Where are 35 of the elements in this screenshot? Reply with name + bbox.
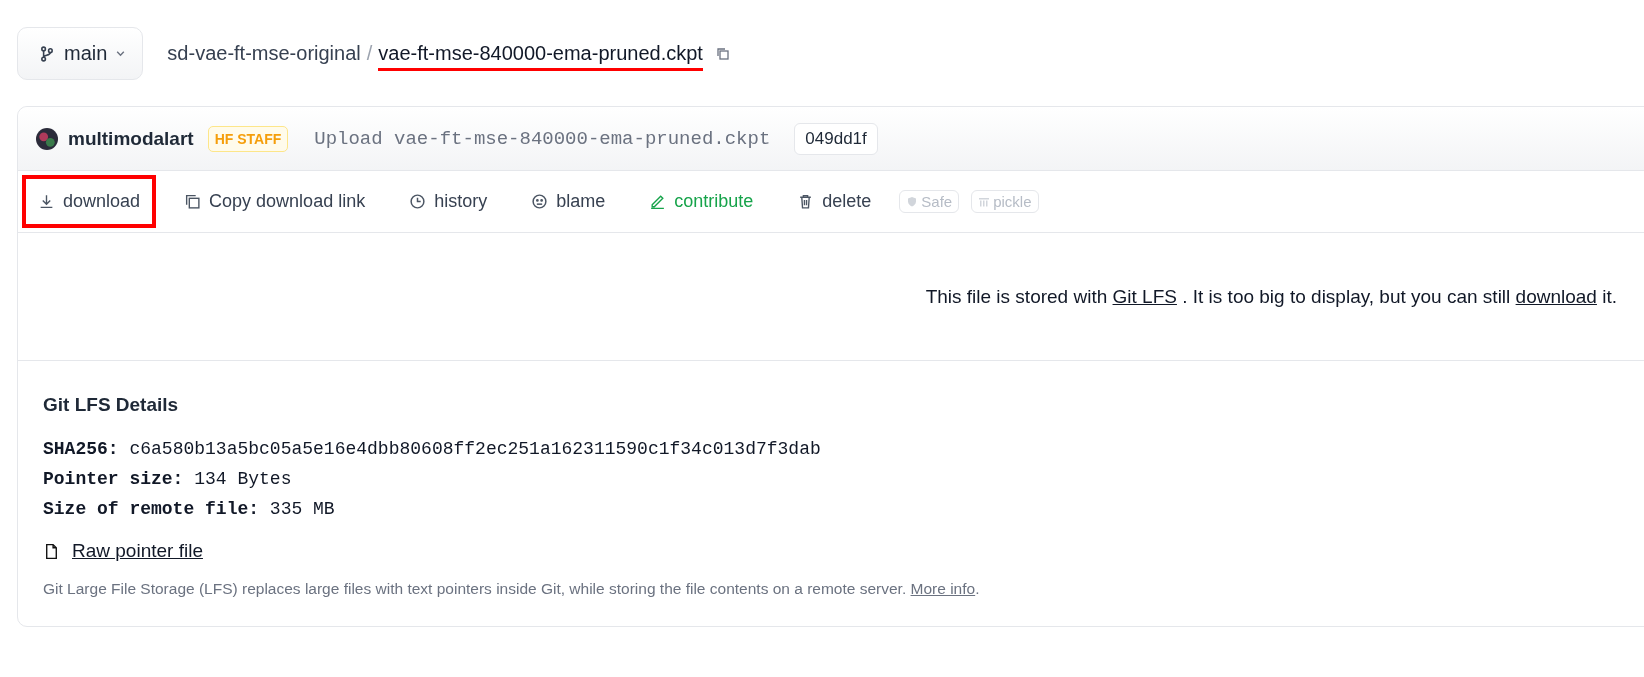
staff-badge: HF STAFF <box>207 125 289 152</box>
copy-icon <box>184 193 202 210</box>
download-link[interactable]: download <box>22 175 157 228</box>
download-icon <box>38 193 55 210</box>
section-title: Git LFS Details <box>43 394 180 416</box>
face-icon <box>531 193 549 210</box>
notice-text: This file is stored with Git LFS . It is too big to display, but you can still download it. <box>924 285 1617 308</box>
clock-icon <box>409 193 427 210</box>
branch-button[interactable]: main <box>17 27 144 80</box>
download-link[interactable]: download <box>1515 285 1597 307</box>
delete-link[interactable]: delete <box>781 175 888 228</box>
commit-hash[interactable]: 049dd1f <box>794 122 878 155</box>
footnote-text: Git Large File Storage (LFS) replaces large files with text pointers inside Git, while storing the file contents on a remote server. More info. <box>43 580 981 598</box>
shield-icon <box>906 195 919 208</box>
blame-link[interactable]: blame <box>515 175 622 228</box>
detail-line: Size of remote file: 335 MB <box>43 498 336 521</box>
safe-badge: Safe <box>899 190 960 213</box>
copy-icon[interactable] <box>714 45 731 62</box>
commit-message: Upload vae-ft-mse-840000-ema-pruned.ckpt <box>314 127 771 150</box>
avatar-icon <box>36 127 58 150</box>
branch-icon <box>38 44 56 63</box>
pickle-icon <box>978 195 991 208</box>
raw-pointer-link[interactable]: Raw pointer file <box>72 540 203 562</box>
breadcrumb-separator: / <box>366 42 373 65</box>
repo-link[interactable]: sd-vae-ft-mse-original <box>167 42 361 65</box>
copy-link[interactable]: Copy download link <box>168 175 382 228</box>
file-name: vae-ft-mse-840000-ema-pruned.ckpt <box>378 42 703 71</box>
author-name[interactable]: multimodalart <box>68 127 194 150</box>
git-lfs-link[interactable]: Git LFS <box>1112 285 1177 307</box>
pickle-badge: pickle <box>971 190 1039 213</box>
pencil-icon <box>649 193 667 210</box>
history-link[interactable]: history <box>393 175 504 228</box>
file-icon <box>43 542 60 560</box>
detail-line: SHA256: c6a580b13a5bc05a5e16e4dbb80608ff2ec251a162311590c1f34c013d7f3dab <box>43 438 822 461</box>
detail-line: Pointer size: 134 Bytes <box>43 468 293 491</box>
